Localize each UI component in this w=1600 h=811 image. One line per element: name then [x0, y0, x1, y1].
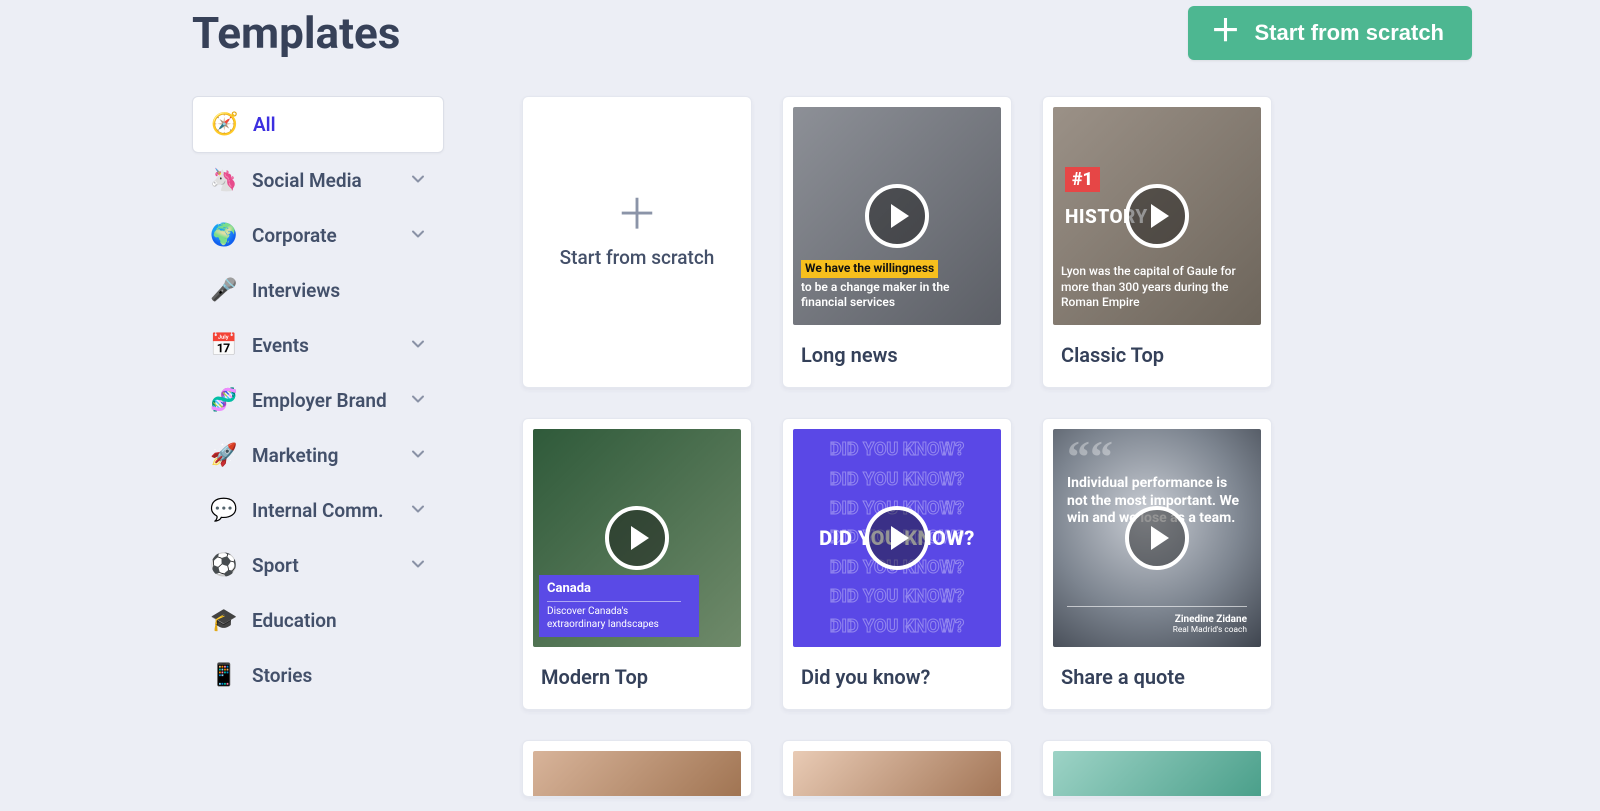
template-title: Share a quote	[1043, 647, 1271, 709]
sidebar-item-marketing[interactable]: 🚀 Marketing	[192, 428, 444, 483]
template-card[interactable]: CanadaDiscover Canada's extraordinary la…	[522, 418, 752, 710]
template-thumbnail	[793, 751, 1001, 797]
start-from-scratch-card-label: Start from scratch	[560, 246, 715, 269]
play-icon	[605, 506, 669, 570]
category-icon: 🧭	[211, 114, 237, 136]
template-card[interactable]	[782, 740, 1012, 797]
chevron-down-icon	[410, 554, 426, 577]
thumbnail-caption: CanadaDiscover Canada's extraordinary la…	[539, 575, 699, 637]
sidebar-item-corporate[interactable]: 🌍 Corporate	[192, 208, 444, 263]
template-title: Classic Top	[1043, 325, 1271, 387]
start-from-scratch-label: Start from scratch	[1254, 20, 1444, 46]
sidebar-item-sport[interactable]: ⚽ Sport	[192, 538, 444, 593]
play-icon	[1125, 506, 1189, 570]
sidebar-item-label: Social Media	[252, 169, 362, 192]
thumbnail-caption: Lyon was the capital of Gaule for more t…	[1061, 264, 1253, 311]
template-thumbnail	[1053, 751, 1261, 797]
quote-icon: ““	[1067, 443, 1113, 471]
start-from-scratch-card[interactable]: ＋Start from scratch	[522, 96, 752, 388]
sidebar-item-employer-brand[interactable]: 🧬 Employer Brand	[192, 373, 444, 428]
category-icon: 🎤	[210, 280, 236, 302]
category-icon: 🎓	[210, 610, 236, 632]
thumbnail-caption: We have the willingnessto be a change ma…	[801, 260, 993, 311]
divider	[1067, 606, 1247, 607]
category-sidebar: 🧭 All 🦄 Social Media 🌍 Corporate 🎤 Interviews 📅 E…	[192, 96, 444, 703]
category-icon: 🌍	[210, 225, 236, 247]
sidebar-item-education[interactable]: 🎓 Education	[192, 593, 444, 648]
sidebar-item-social-media[interactable]: 🦄 Social Media	[192, 153, 444, 208]
play-icon	[1125, 184, 1189, 248]
category-icon: 🚀	[210, 445, 236, 467]
sidebar-item-label: Events	[252, 334, 309, 357]
template-title: Did you know?	[783, 647, 1011, 709]
category-icon: 🦄	[210, 170, 236, 192]
category-icon: 📱	[210, 665, 236, 687]
template-thumbnail: DID YOU KNOW?DID YOU KNOW?DID YOU KNOW?D…	[793, 429, 1001, 647]
sidebar-item-label: Employer Brand	[252, 389, 387, 412]
page-title: Templates	[192, 7, 400, 59]
template-card[interactable]	[1042, 740, 1272, 797]
template-card[interactable]: DID YOU KNOW?DID YOU KNOW?DID YOU KNOW?D…	[782, 418, 1012, 710]
sidebar-item-label: Sport	[252, 554, 299, 577]
template-card[interactable]	[522, 740, 752, 797]
sidebar-item-internal-comm-[interactable]: 💬 Internal Comm.	[192, 483, 444, 538]
play-icon	[865, 506, 929, 570]
category-icon: 💬	[210, 500, 236, 522]
category-icon: ⚽	[210, 555, 236, 577]
chevron-down-icon	[410, 389, 426, 412]
sidebar-item-events[interactable]: 📅 Events	[192, 318, 444, 373]
thumbnail-attribution: Zinedine ZidaneReal Madrid's coach	[1067, 614, 1247, 635]
category-icon: 📅	[210, 335, 236, 357]
template-card[interactable]: ““Individual performance is not the most…	[1042, 418, 1272, 710]
template-thumbnail: ““Individual performance is not the most…	[1053, 429, 1261, 647]
template-card[interactable]: We have the willingnessto be a change ma…	[782, 96, 1012, 388]
sidebar-item-interviews[interactable]: 🎤 Interviews	[192, 263, 444, 318]
template-title: Long news	[783, 325, 1011, 387]
template-thumbnail: CanadaDiscover Canada's extraordinary la…	[533, 429, 741, 647]
sidebar-item-stories[interactable]: 📱 Stories	[192, 648, 444, 703]
sidebar-item-label: Corporate	[252, 224, 337, 247]
chevron-down-icon	[410, 169, 426, 192]
chevron-down-icon	[410, 444, 426, 467]
template-card[interactable]: #1HISTORYLyon was the capital of Gaule f…	[1042, 96, 1272, 388]
template-grid: ＋Start from scratch We have the willingne…	[522, 96, 1272, 797]
sidebar-item-label: Interviews	[252, 279, 340, 302]
sidebar-item-label: Internal Comm.	[252, 499, 384, 522]
template-thumbnail: #1HISTORYLyon was the capital of Gaule f…	[1053, 107, 1261, 325]
template-thumbnail: We have the willingnessto be a change ma…	[793, 107, 1001, 325]
chevron-down-icon	[410, 334, 426, 357]
sidebar-item-label: All	[253, 113, 276, 136]
start-from-scratch-button[interactable]: ＋ Start from scratch	[1188, 6, 1472, 60]
chevron-down-icon	[410, 499, 426, 522]
template-title: Modern Top	[523, 647, 751, 709]
template-thumbnail	[533, 751, 741, 797]
play-icon	[865, 184, 929, 248]
sidebar-item-all[interactable]: 🧭 All	[192, 96, 444, 153]
category-icon: 🧬	[210, 390, 236, 412]
rank-badge: #1	[1065, 167, 1100, 192]
chevron-down-icon	[410, 224, 426, 247]
sidebar-item-label: Marketing	[252, 444, 338, 467]
sidebar-item-label: Education	[252, 609, 337, 632]
sidebar-item-label: Stories	[252, 664, 312, 687]
